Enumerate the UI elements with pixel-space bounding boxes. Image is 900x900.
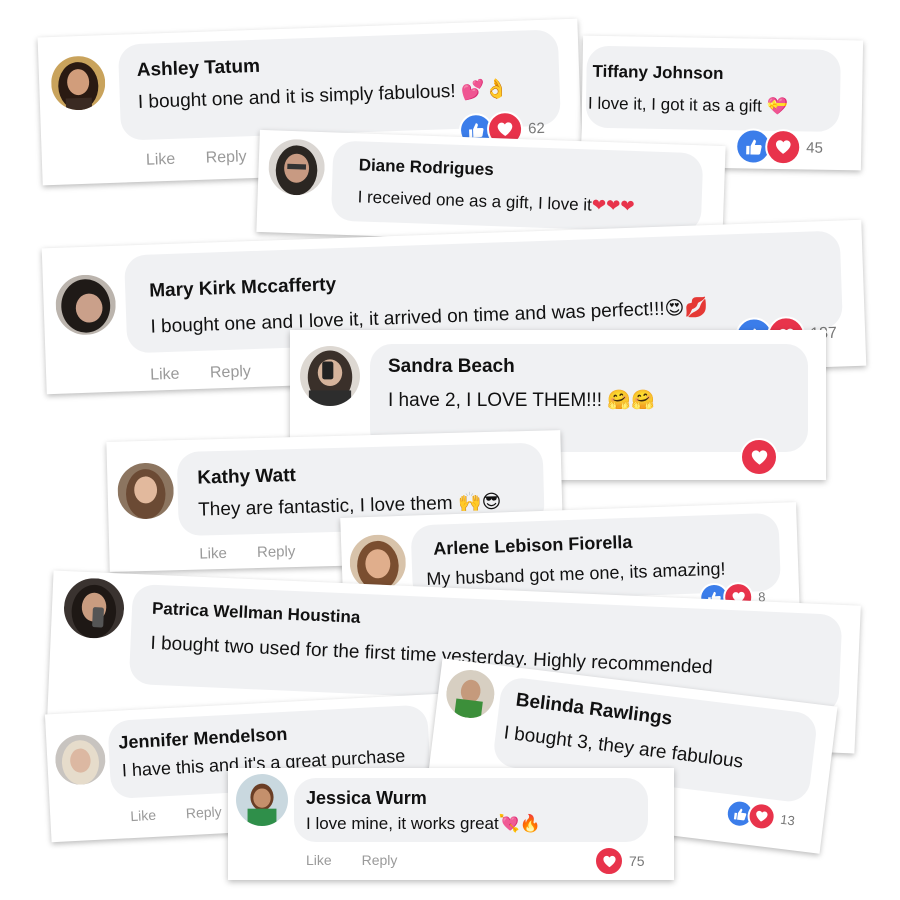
comment-actions: Like Reply — [306, 852, 423, 868]
like-button[interactable]: Like — [146, 151, 176, 169]
emoji: 😍💋 — [664, 296, 709, 320]
emoji: 🙌😎 — [457, 490, 502, 514]
reaction-count: 62 — [527, 119, 546, 137]
reaction-count: 75 — [629, 853, 645, 869]
heart-icon — [594, 846, 624, 876]
heart-icon — [764, 128, 802, 166]
like-button[interactable]: Like — [306, 852, 332, 868]
comment-actions: Like Reply — [199, 542, 321, 563]
reaction-summary[interactable]: 75 — [594, 846, 645, 876]
reply-button[interactable]: Reply — [205, 148, 246, 166]
like-button[interactable]: Like — [150, 366, 180, 384]
reaction-summary[interactable]: 45 — [734, 128, 824, 166]
avatar[interactable] — [54, 733, 107, 786]
reply-button[interactable]: Reply — [362, 852, 398, 868]
commenter-name[interactable]: Tiffany Johnson — [592, 62, 723, 84]
comment-text: I have 2, I LOVE THEM!!! 🤗🤗 — [388, 389, 655, 411]
comment-text: I love it, I got it as a gift 💝 — [587, 93, 788, 118]
avatar[interactable] — [443, 667, 498, 721]
reaction-summary[interactable] — [740, 438, 778, 476]
avatar[interactable] — [54, 273, 117, 336]
emoji: 💕👌 — [460, 78, 509, 102]
commenter-name[interactable]: Kathy Watt — [197, 465, 296, 490]
comment-text: I love mine, it works great💘🔥 — [306, 814, 542, 834]
comment-card-jessica: Jessica Wurm I love mine, it works great… — [228, 768, 674, 880]
reaction-summary[interactable]: 13 — [724, 798, 796, 834]
avatar[interactable] — [300, 346, 360, 406]
avatar[interactable] — [62, 576, 126, 640]
like-button[interactable]: Like — [130, 807, 156, 824]
comment-actions: Like Reply — [146, 147, 273, 169]
avatar[interactable] — [116, 462, 175, 520]
comment-bubble — [330, 140, 704, 234]
commenter-name[interactable]: Ashley Tatum — [136, 56, 260, 82]
commenter-name[interactable]: Sandra Beach — [388, 356, 515, 378]
comment-bubble — [585, 45, 841, 133]
like-button[interactable]: Like — [199, 545, 227, 563]
comment-actions: Like Reply — [150, 362, 277, 384]
reaction-count: 13 — [779, 811, 796, 828]
emoji: ❤❤❤ — [591, 195, 635, 218]
avatar[interactable] — [50, 55, 107, 112]
reply-button[interactable]: Reply — [257, 543, 296, 561]
heart-icon — [746, 800, 778, 832]
avatar[interactable] — [236, 774, 288, 826]
commenter-name[interactable]: Jessica Wurm — [306, 788, 427, 809]
reply-button[interactable]: Reply — [185, 803, 222, 821]
emoji: 💘🔥 — [498, 814, 542, 834]
emoji: 🤗🤗 — [607, 389, 655, 411]
reaction-count: 45 — [806, 138, 824, 157]
emoji: 💝 — [766, 96, 788, 118]
reply-button[interactable]: Reply — [210, 363, 251, 381]
heart-icon — [740, 438, 778, 476]
avatar[interactable] — [267, 138, 326, 197]
